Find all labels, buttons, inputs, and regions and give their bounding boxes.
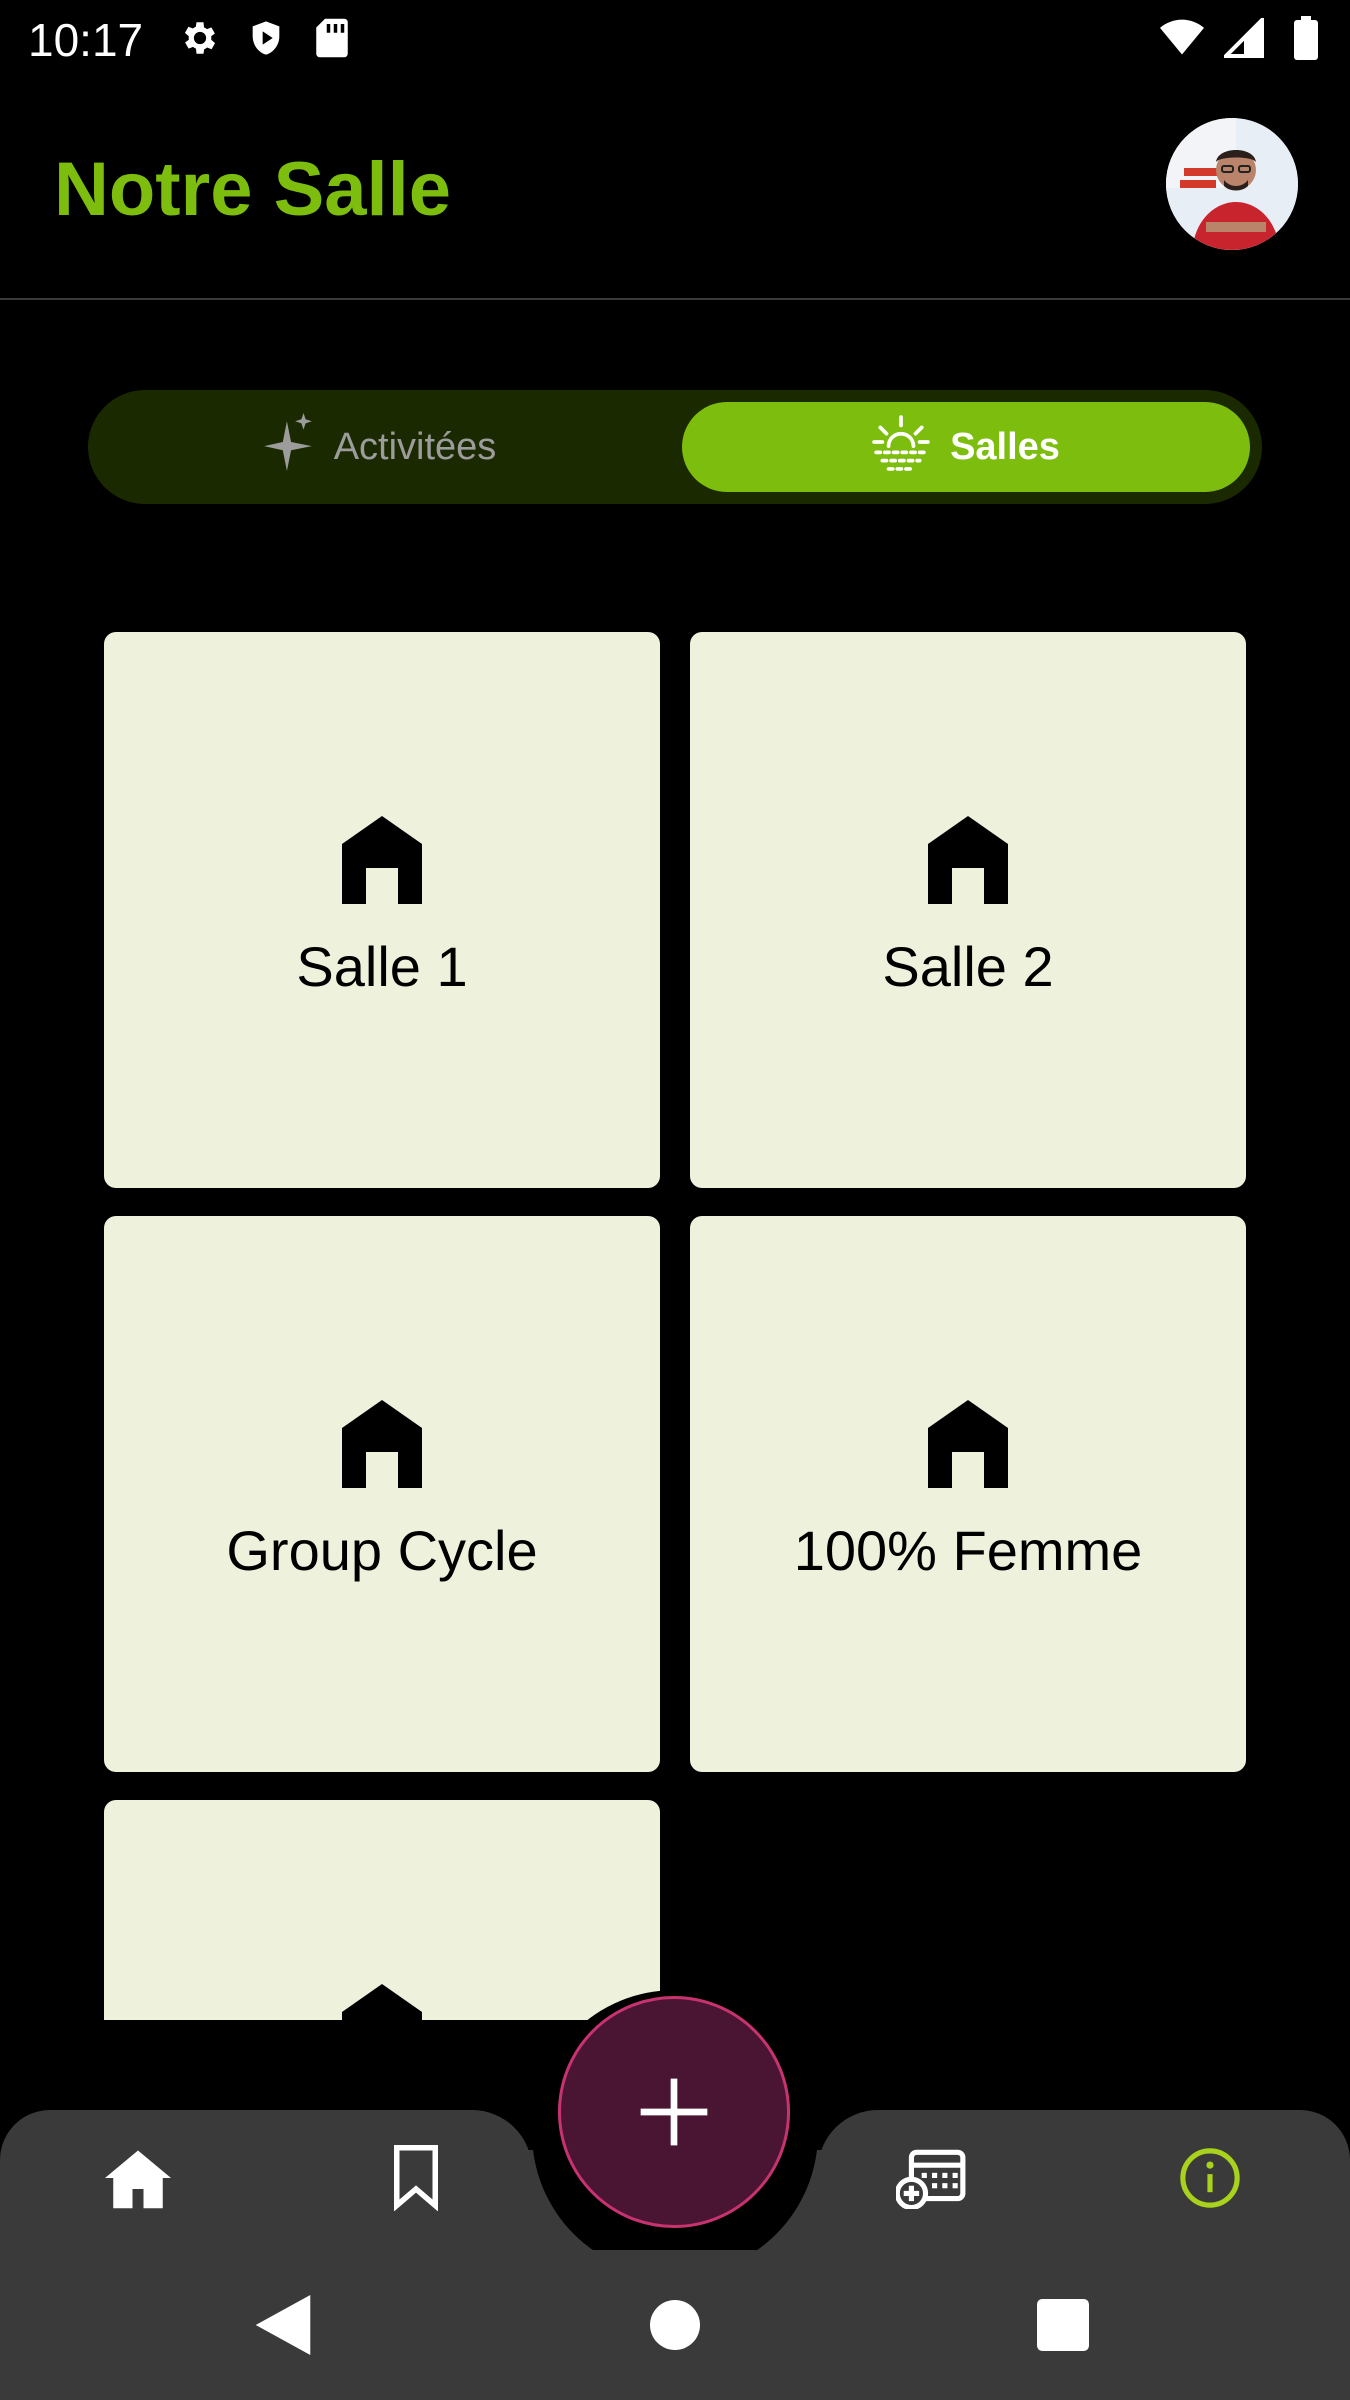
tab-activities-label: Activitées (333, 425, 497, 468)
status-icons-right (1160, 16, 1328, 60)
room-label: Group Cycle (226, 1519, 538, 1582)
house-icon (342, 1984, 422, 2020)
room-label: Salle 2 (882, 935, 1054, 998)
add-fab-button[interactable] (558, 1996, 790, 2228)
sparkle-icon (263, 413, 314, 481)
room-card-salle-2[interactable]: Salle 2 (690, 632, 1246, 1188)
status-time: 10:17 (28, 14, 144, 66)
house-icon (342, 1400, 422, 1488)
home-icon[interactable] (98, 2138, 178, 2218)
shield-icon (244, 16, 288, 60)
room-card-partial[interactable] (104, 1800, 660, 2020)
room-card-salle-1[interactable]: Salle 1 (104, 632, 660, 1188)
room-label: 100% Femme (793, 1519, 1143, 1582)
rooms-grid: Salle 1 Salle 2 Group Cycle 100% Femme (104, 632, 1246, 2020)
status-bar: 10:17 (0, 0, 1350, 80)
tab-activities[interactable]: Activitées (100, 402, 660, 492)
calendar-add-icon[interactable] (892, 2138, 972, 2218)
status-icons-left (178, 16, 354, 60)
system-navigation-bar (0, 2250, 1350, 2400)
house-icon (928, 816, 1008, 904)
info-icon[interactable] (1170, 2138, 1250, 2218)
settings-icon (178, 16, 222, 60)
cellular-signal-icon (1222, 16, 1266, 60)
bookmark-icon[interactable] (376, 2138, 456, 2218)
tab-salles[interactable]: Salles (682, 402, 1250, 492)
sunrise-icon (872, 413, 930, 481)
view-toggle: Activitées Salles (88, 390, 1262, 504)
sd-card-icon (310, 16, 354, 60)
home-circle-icon[interactable] (640, 2290, 710, 2360)
tab-salles-label: Salles (950, 425, 1060, 468)
house-icon (342, 816, 422, 904)
back-icon[interactable] (248, 2290, 318, 2360)
wifi-icon (1160, 16, 1204, 60)
recents-icon[interactable] (1028, 2290, 1098, 2360)
house-icon (928, 1400, 1008, 1488)
plus-icon (640, 2078, 708, 2146)
room-card-group-cycle[interactable]: Group Cycle (104, 1216, 660, 1772)
room-card-100-femme[interactable]: 100% Femme (690, 1216, 1246, 1772)
avatar[interactable] (1166, 118, 1298, 250)
room-label: Salle 1 (296, 935, 468, 998)
battery-icon (1284, 16, 1328, 60)
page-title: Notre Salle (54, 147, 452, 232)
app-header: Notre Salle (0, 80, 1350, 300)
